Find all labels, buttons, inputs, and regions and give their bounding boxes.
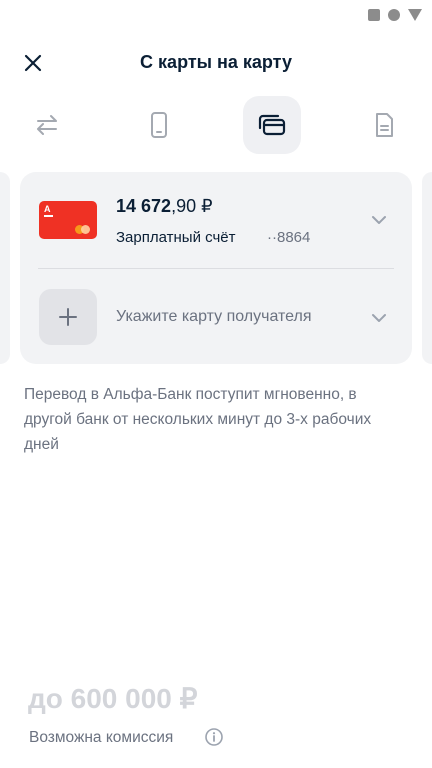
amount-input[interactable]: до 600 000 ₽ [28, 682, 197, 715]
page-title: С карты на карту [140, 52, 292, 72]
recipient-card-selector[interactable]: Укажите карту получателя [20, 269, 412, 364]
info-icon[interactable] [204, 727, 224, 747]
transfer-type-tabs [0, 96, 432, 154]
tab-phone-transfer[interactable] [130, 96, 188, 154]
account-balance: 14 672,90 ₽ [116, 196, 213, 216]
plus-icon [59, 308, 77, 326]
card-image: А [39, 201, 97, 239]
tab-requisites[interactable] [355, 96, 413, 154]
cards-icon [258, 114, 286, 136]
square-status-icon [368, 9, 380, 21]
bank-logo-bar [44, 215, 53, 217]
tab-transfer-between-accounts[interactable] [18, 96, 76, 154]
chevron-down-icon [372, 216, 386, 224]
header: С карты на карту [0, 40, 432, 86]
circle-status-icon [388, 9, 400, 21]
bank-logo: А [44, 204, 51, 214]
next-panel-edge [422, 172, 432, 364]
add-card-button[interactable] [39, 289, 97, 345]
recipient-placeholder: Укажите карту получателя [116, 308, 312, 325]
commission-label: Возможна комиссия [29, 729, 174, 746]
status-bar [0, 0, 432, 28]
document-icon [376, 113, 393, 137]
mastercard-icon [75, 225, 91, 234]
account-name: Зарплатный счёт [116, 229, 236, 246]
previous-panel-edge [0, 172, 10, 364]
transfer-arrows-icon [37, 115, 57, 135]
account-number: ··8864 [267, 229, 311, 246]
tab-card-to-card[interactable] [243, 96, 301, 154]
triangle-status-icon [408, 9, 422, 21]
phone-icon [151, 112, 167, 138]
transfer-info-text: Перевод в Альфа-Банк поступит мгновенно,… [24, 386, 372, 453]
chevron-down-icon [372, 314, 386, 322]
source-account-selector[interactable]: А 14 672,90 ₽ Зарплатный счёт ··8864 [20, 172, 412, 268]
transfer-panel: А 14 672,90 ₽ Зарплатный счёт ··8864 Ука… [20, 172, 412, 364]
